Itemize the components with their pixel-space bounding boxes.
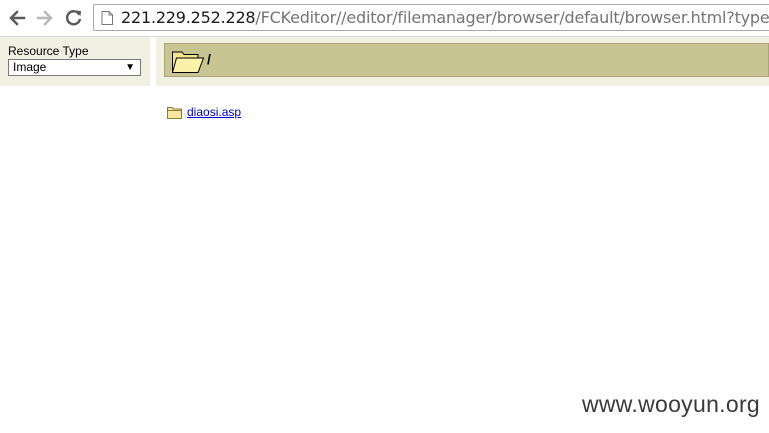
current-path: /	[207, 51, 211, 67]
back-button[interactable]	[6, 7, 28, 29]
folder-open-icon[interactable]	[171, 47, 205, 75]
reload-icon	[65, 10, 82, 26]
watermark: www.wooyun.org	[581, 391, 760, 417]
url-host: 221.229.252.228	[121, 8, 256, 27]
arrow-right-icon	[36, 10, 53, 26]
resource-type-select[interactable]: Image ▼	[8, 59, 141, 76]
list-item[interactable]: diaosi.asp	[167, 104, 241, 120]
reload-button[interactable]	[63, 7, 85, 29]
url-path: /FCKeditor//editor/filemanager/browser/d…	[255, 8, 769, 27]
resource-type-label: Resource Type	[8, 44, 89, 58]
url-text: 221.229.252.228/FCKeditor//editor/filema…	[121, 8, 769, 27]
browser-toolbar: 221.229.252.228/FCKeditor//editor/filema…	[0, 0, 769, 37]
current-folder-bar: /	[164, 43, 769, 77]
resource-type-value: Image	[13, 60, 47, 74]
dropdown-arrow-icon: ▼	[125, 62, 135, 73]
arrow-left-icon	[9, 10, 26, 26]
folder-link[interactable]: diaosi.asp	[187, 105, 241, 119]
resource-type-panel: Resource Type Image ▼	[0, 37, 150, 86]
page-icon	[101, 11, 113, 25]
address-bar[interactable]: 221.229.252.228/FCKeditor//editor/filema…	[93, 4, 769, 31]
folder-icon	[167, 106, 182, 119]
forward-button[interactable]	[34, 7, 56, 29]
